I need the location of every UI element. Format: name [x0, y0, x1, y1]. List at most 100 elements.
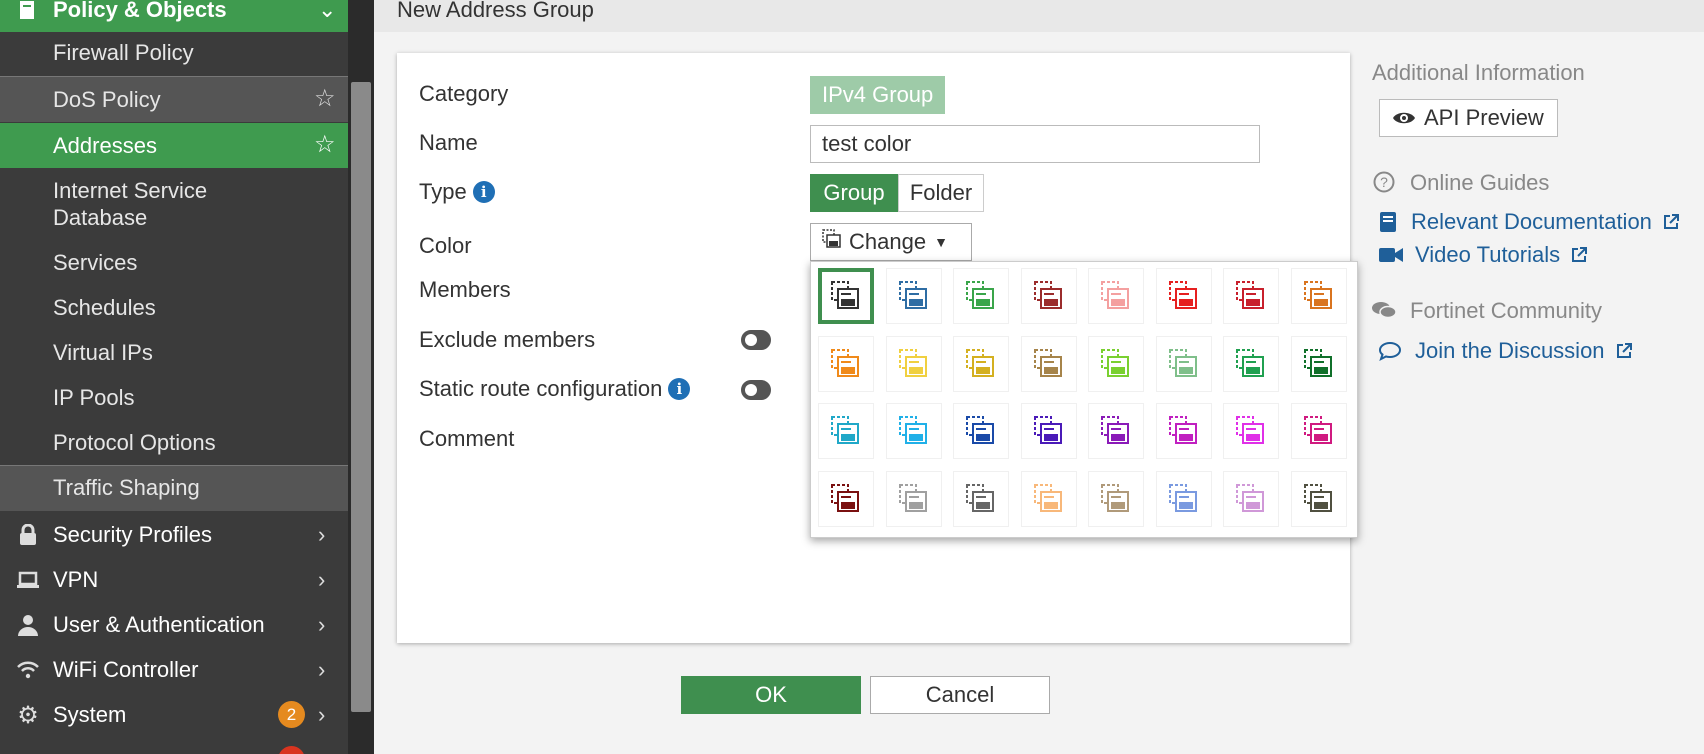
- fortinet-community-heading: Fortinet Community: [1410, 298, 1602, 323]
- color-swatch[interactable]: [885, 403, 942, 459]
- color-swatch[interactable]: [1020, 470, 1077, 527]
- name-input[interactable]: [810, 125, 1260, 163]
- color-swatch[interactable]: [885, 470, 942, 527]
- video-tutorials-link[interactable]: Video Tutorials: [1379, 242, 1588, 268]
- sidebar-section-label: System: [53, 702, 127, 727]
- color-swatch[interactable]: [1155, 268, 1212, 324]
- sidebar-section-label: WiFi Controller: [53, 657, 199, 682]
- sidebar-section-security-profiles[interactable]: Security Profiles ›: [0, 513, 348, 557]
- ok-button[interactable]: OK: [681, 676, 861, 714]
- sidebar-item-virtual-ips[interactable]: Virtual IPs: [0, 340, 348, 372]
- address-group-icon: [1236, 281, 1264, 309]
- book-icon: [1379, 211, 1397, 233]
- relevant-documentation-link[interactable]: Relevant Documentation: [1379, 209, 1680, 235]
- color-swatch[interactable]: [953, 403, 1009, 459]
- category-badge: IPv4 Group: [810, 76, 946, 114]
- sidebar-item-firewall-policy[interactable]: Firewall Policy: [0, 35, 348, 75]
- change-label: Change: [849, 229, 927, 254]
- color-swatch[interactable]: [953, 470, 1009, 527]
- eye-icon: [1392, 110, 1416, 126]
- sidebar-section-wifi-controller[interactable]: WiFi Controller ›: [0, 648, 348, 692]
- address-group-icon: [1033, 416, 1062, 444]
- chevron-right-icon: ›: [318, 522, 326, 547]
- color-swatch[interactable]: [1088, 268, 1144, 324]
- notification-badge: [278, 746, 305, 754]
- color-swatch[interactable]: [953, 268, 1009, 324]
- sidebar-item-dos-policy[interactable]: DoS Policy ☆: [0, 77, 348, 122]
- address-group-icon: [1033, 348, 1062, 377]
- address-group-icon: [966, 416, 994, 444]
- sidebar-item-schedules[interactable]: Schedules: [0, 295, 348, 327]
- sidebar-section-vpn[interactable]: VPN ›: [0, 558, 348, 602]
- color-swatch[interactable]: [1223, 403, 1279, 459]
- color-swatch[interactable]: [885, 335, 942, 392]
- comment-icon: [1379, 341, 1401, 361]
- sidebar-item-label: Firewall Policy: [53, 40, 194, 65]
- address-group-icon: [898, 281, 927, 309]
- color-swatch[interactable]: [1223, 470, 1279, 527]
- video-icon: [1379, 247, 1403, 263]
- color-swatch[interactable]: [818, 403, 874, 459]
- color-swatch[interactable]: [818, 268, 874, 324]
- color-swatch[interactable]: [1088, 470, 1144, 527]
- sidebar-item-protocol-options[interactable]: Protocol Options: [0, 430, 348, 462]
- join-discussion-link[interactable]: Join the Discussion: [1379, 338, 1633, 364]
- address-group-icon: [1303, 281, 1332, 309]
- color-swatch[interactable]: [818, 470, 874, 527]
- static-route-toggle[interactable]: [741, 380, 771, 400]
- notification-badge: 2: [278, 701, 305, 728]
- color-swatch[interactable]: [1290, 335, 1347, 392]
- color-swatch[interactable]: [1020, 335, 1077, 392]
- chevron-right-icon: ›: [318, 702, 326, 727]
- video-tutorials-label: Video Tutorials: [1415, 242, 1561, 267]
- color-swatch[interactable]: [1155, 403, 1212, 459]
- type-option-folder[interactable]: Folder: [898, 174, 984, 212]
- color-swatch[interactable]: [1020, 268, 1077, 324]
- color-swatch[interactable]: [1020, 403, 1077, 459]
- sidebar-section-label: User & Authentication: [53, 612, 265, 637]
- address-group-icon: [966, 348, 994, 377]
- color-swatch[interactable]: [818, 335, 874, 392]
- address-group-icon: [821, 228, 843, 256]
- color-swatch[interactable]: [953, 335, 1009, 392]
- info-icon[interactable]: i: [472, 181, 495, 203]
- sidebar-item-internet-service-database[interactable]: Internet Service Database: [0, 176, 348, 234]
- star-icon[interactable]: ☆: [314, 130, 336, 159]
- sidebar-item-label: Traffic Shaping: [53, 475, 200, 500]
- sidebar-section-label: VPN: [53, 567, 99, 592]
- color-swatch[interactable]: [1088, 335, 1144, 392]
- sidebar-scrollbar-thumb[interactable]: [351, 82, 371, 712]
- color-swatch[interactable]: [1290, 403, 1347, 459]
- info-icon[interactable]: i: [668, 378, 691, 400]
- sidebar-item-traffic-shaping[interactable]: Traffic Shaping: [0, 466, 348, 511]
- color-swatch[interactable]: [1155, 335, 1212, 392]
- color-swatch[interactable]: [1088, 403, 1144, 459]
- address-group-icon: [1101, 281, 1129, 309]
- sidebar-item-label: DoS Policy: [53, 87, 161, 112]
- sidebar-item-services[interactable]: Services: [0, 250, 348, 282]
- color-swatch[interactable]: [1290, 470, 1347, 527]
- policy-objects-icon: [16, 0, 40, 22]
- type-option-group[interactable]: Group: [810, 174, 898, 212]
- color-swatch[interactable]: [1223, 335, 1279, 392]
- color-swatch[interactable]: [1290, 268, 1347, 324]
- cancel-button[interactable]: Cancel: [870, 676, 1050, 714]
- sidebar-item-ip-pools[interactable]: IP Pools: [0, 385, 348, 417]
- color-swatch[interactable]: [885, 268, 942, 324]
- api-preview-button[interactable]: API Preview: [1379, 99, 1558, 137]
- color-swatch[interactable]: [1223, 268, 1279, 324]
- sidebar-section-user-authentication[interactable]: User & Authentication ›: [0, 603, 348, 647]
- color-change-button[interactable]: Change ▼: [810, 223, 972, 261]
- sidebar-section-policy-objects[interactable]: Policy & Objects ⌄: [0, 0, 348, 32]
- static-route-label: Static route configuration i: [419, 376, 691, 402]
- relevant-documentation-label: Relevant Documentation: [1411, 209, 1652, 234]
- page-title: New Address Group: [397, 0, 594, 22]
- lock-icon: [16, 523, 40, 547]
- address-group-icon: [966, 483, 994, 512]
- exclude-members-toggle[interactable]: [741, 330, 771, 350]
- sidebar-item-addresses[interactable]: Addresses ☆: [0, 123, 348, 168]
- address-group-icon: [898, 348, 927, 377]
- sidebar-section-system[interactable]: ⚙ System 2 ›: [0, 693, 348, 737]
- star-icon[interactable]: ☆: [314, 84, 336, 113]
- color-swatch[interactable]: [1155, 470, 1212, 527]
